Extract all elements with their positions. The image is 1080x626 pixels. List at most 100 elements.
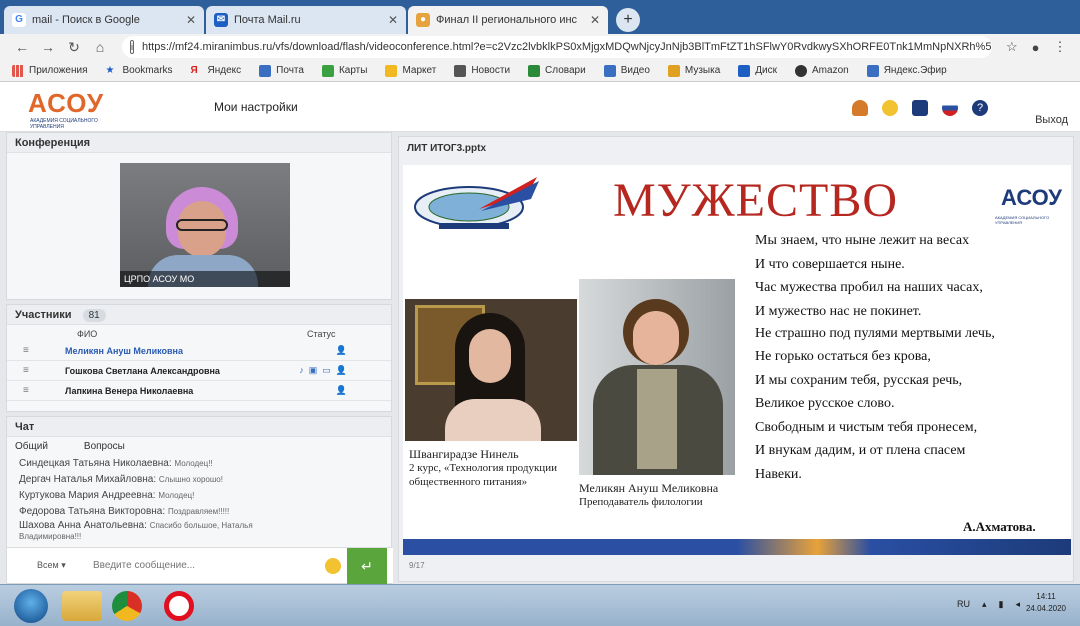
slide-footer-band: [403, 539, 1071, 555]
app-header: АСОУ АКАДЕМИЯ СОЦИАЛЬНОГО УПРАВЛЕНИЯ Мои…: [0, 82, 1080, 132]
language-indicator[interactable]: RU: [957, 599, 970, 610]
tab-general[interactable]: Общий: [15, 441, 48, 452]
clock[interactable]: 14:11 24.04.2020: [1026, 591, 1066, 615]
chat-panel: Чат Общий Вопросы Синдецкая Татьяна Нико…: [6, 416, 393, 584]
conference-title: Конференция: [7, 133, 391, 153]
address-bar-row: ← → ↻ ⌂ i https://mf24.miranimbus.ru/vfs…: [0, 34, 1080, 60]
close-icon[interactable]: ✕: [388, 13, 398, 27]
start-button[interactable]: [14, 589, 48, 623]
language-flag-icon[interactable]: [942, 100, 958, 116]
chat-message: Дергач Наталья Михайловна: Слышно хорошо…: [19, 474, 223, 485]
participant-row[interactable]: ≡ Гошкова Светлана Александровна ♪ ▣ ▭ 👤: [7, 361, 391, 381]
teacher-description: Преподаватель филологии: [579, 496, 703, 508]
close-icon[interactable]: ✕: [590, 13, 600, 27]
speaker-video[interactable]: ЦРПО АСОУ МО: [120, 163, 290, 287]
bookmark-market[interactable]: Маркет: [385, 64, 436, 77]
participants-header-row: ФИО Статус: [7, 325, 391, 341]
url-text: https://mf24.miranimbus.ru/vfs/download/…: [142, 41, 992, 53]
slide: МУЖЕСТВО АСОУ АКАДЕМИЯ СОЦИАЛЬНОГО УПРАВ…: [403, 165, 1071, 555]
poem-line: И что совершается ныне.: [755, 256, 905, 272]
close-icon[interactable]: ✕: [186, 13, 196, 27]
back-icon[interactable]: ←: [12, 39, 32, 55]
amazon-icon: [795, 64, 808, 77]
bookmark-video[interactable]: Видео: [603, 64, 650, 77]
video-icon: [603, 64, 616, 77]
opera-icon[interactable]: [164, 591, 194, 621]
participant-name: Меликян Ануш Меликовна: [65, 345, 183, 356]
mail-icon: [259, 64, 272, 77]
tab-mail[interactable]: ✉ Почта Mail.ru ✕: [206, 6, 406, 34]
slide-heading: МУЖЕСТВО: [613, 174, 899, 227]
bookmark-maps[interactable]: Карты: [321, 64, 367, 77]
system-tray: RU ▴ ▮ ◂: [945, 599, 1020, 610]
my-settings-link[interactable]: Мои настройки: [214, 100, 298, 114]
home-icon[interactable]: ⌂: [90, 39, 110, 55]
music-icon: [667, 64, 680, 77]
folder-icon[interactable]: [912, 100, 928, 116]
participants-title: Участники 81: [7, 305, 391, 325]
tab-questions[interactable]: Вопросы: [84, 441, 125, 452]
drag-handle-icon[interactable]: ≡: [23, 385, 37, 396]
speaker-glasses: [176, 219, 228, 231]
bookmark-yandex[interactable]: Я Яндекс: [191, 65, 242, 77]
drag-handle-icon[interactable]: ≡: [23, 365, 37, 376]
bookmark-music[interactable]: Музыка: [667, 64, 720, 77]
forward-icon[interactable]: →: [38, 39, 58, 55]
asou-logo[interactable]: АСОУ: [28, 88, 104, 119]
emoji-icon[interactable]: [882, 100, 898, 116]
chat-message: Владимировна!!!: [19, 532, 82, 541]
bookmark-mail[interactable]: Почта: [259, 64, 304, 77]
col-name: ФИО: [77, 329, 98, 339]
drag-handle-icon[interactable]: ≡: [23, 345, 37, 356]
participant-row[interactable]: ≡ Лапкина Венера Николаевна 👤: [7, 381, 391, 401]
send-button[interactable]: ↵: [347, 547, 387, 584]
camera-icon: ▣: [308, 365, 318, 375]
photo-face: [469, 329, 511, 383]
recipient-select[interactable]: Всем ▾: [37, 560, 89, 571]
asou-logo-subtitle: АКАДЕМИЯ СОЦИАЛЬНОГО УПРАВЛЕНИЯ: [30, 118, 98, 130]
chat-title: Чат: [7, 417, 391, 437]
participant-row[interactable]: ≡ Меликян Ануш Меликовна 👤: [7, 341, 391, 361]
info-icon[interactable]: i: [130, 40, 134, 54]
emoji-icon[interactable]: [325, 557, 341, 574]
bookmark-disk[interactable]: Диск: [738, 64, 777, 77]
tab-title: Почта Mail.ru: [234, 14, 301, 26]
mail-icon: ✉: [214, 13, 228, 27]
slide-logo-subtitle: АКАДЕМИЯ СОЦИАЛЬНОГО УПРАВЛЕНИЯ: [995, 215, 1050, 225]
tab-conference[interactable]: ● Финал II регионального инс ✕: [408, 6, 608, 34]
bookmark-apps[interactable]: Приложения: [12, 64, 88, 77]
poem-line: Мы знаем, что ныне лежит на весах: [755, 233, 970, 248]
tab-google[interactable]: G mail - Поиск в Google ✕: [4, 6, 204, 34]
bookmark-bookmarks[interactable]: ★ Bookmarks: [106, 65, 173, 77]
new-tab-button[interactable]: +: [616, 8, 640, 32]
account-icon[interactable]: ●: [1032, 40, 1040, 55]
volume-icon[interactable]: ◂: [1015, 599, 1020, 610]
exit-button[interactable]: Выход: [1035, 114, 1068, 126]
raise-hand-icon[interactable]: [852, 100, 868, 116]
menu-icon[interactable]: ⋮: [1054, 39, 1067, 55]
tray-expand-icon[interactable]: ▴: [982, 599, 987, 610]
user-icon: 👤: [335, 385, 347, 395]
message-input[interactable]: [93, 560, 313, 571]
col-status: Статус: [307, 329, 336, 339]
bookmark-news[interactable]: Новости: [454, 64, 510, 77]
conference-panel: Конференция ЦРПО АСОУ МО: [6, 132, 392, 300]
user-icon: 👤: [335, 365, 347, 375]
chat-message: Синдецкая Татьяна Николаевна: Молодец!!: [19, 458, 213, 469]
poem-line: И мы сохраним тебя, русская речь,: [755, 372, 963, 388]
bookmark-amazon[interactable]: Amazon: [795, 64, 849, 77]
network-icon[interactable]: ▮: [999, 599, 1004, 610]
poem-line: Свободным и чистым тебя пронесем,: [755, 419, 978, 435]
url-field[interactable]: i https://mf24.miranimbus.ru/vfs/downloa…: [122, 36, 992, 58]
explorer-icon[interactable]: [62, 591, 102, 621]
bookmark-dictionaries[interactable]: Словари: [528, 64, 586, 77]
main-area: Конференция ЦРПО АСОУ МО Участники 81 ФИ…: [0, 132, 1080, 584]
poem-line: И мужество нас не покинет.: [755, 303, 922, 319]
bookmark-yandex-efir[interactable]: Яндекс.Эфир: [866, 64, 947, 77]
help-icon[interactable]: ?: [972, 100, 988, 116]
video-caption: ЦРПО АСОУ МО: [120, 271, 290, 287]
reload-icon[interactable]: ↻: [64, 39, 84, 56]
chrome-icon[interactable]: [112, 591, 142, 621]
teacher-caption: Меликян Ануш Меликовна Преподаватель фил…: [579, 481, 739, 509]
star-icon[interactable]: ☆: [1006, 39, 1018, 55]
